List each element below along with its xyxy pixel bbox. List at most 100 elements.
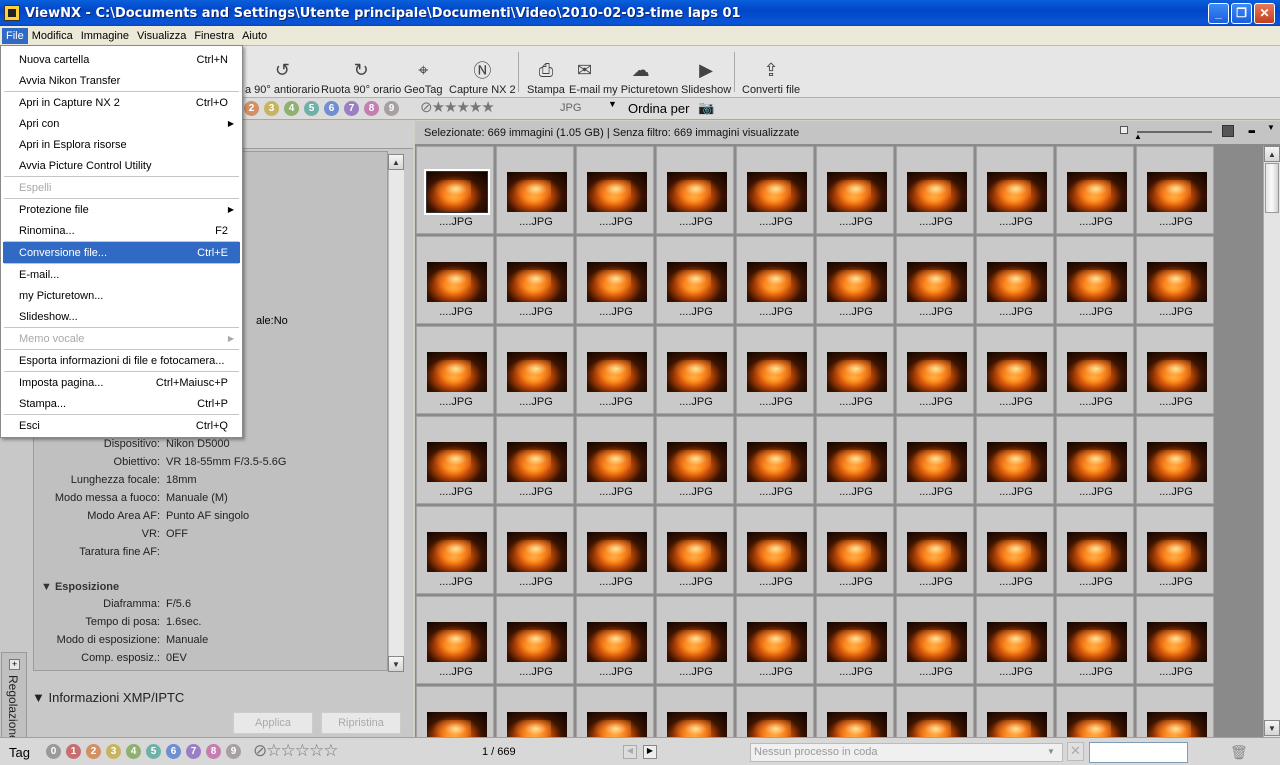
thumbnail-image[interactable] (1147, 442, 1207, 482)
file-menu-item[interactable]: Apri in Esplora risorse (3, 134, 240, 155)
label-filter-2[interactable]: 2 (244, 101, 259, 116)
view-menu-icon[interactable]: ▼ (1267, 123, 1275, 132)
thumbnail-cell[interactable]: ....JPG (1056, 326, 1134, 414)
thumbnail-image[interactable] (427, 712, 487, 737)
thumbnail-image[interactable] (667, 712, 727, 737)
thumbnail-image[interactable] (667, 442, 727, 482)
thumbnail-image[interactable] (827, 442, 887, 482)
print-button[interactable]: ⎙ Stampa (527, 48, 565, 97)
thumbnail-cell[interactable]: ....JPG (416, 686, 494, 737)
thumbnail-cell[interactable]: ....JPG (656, 146, 734, 234)
grid-view-icon[interactable]: ▪▪▪ (1248, 126, 1256, 138)
label-filter-6[interactable]: 6 (324, 101, 339, 116)
rotate-left-button[interactable]: ↺ a 90° antiorario (245, 48, 320, 97)
thumbnail-image[interactable] (1067, 712, 1127, 737)
thumbnail-cell[interactable]: ....JPG (496, 506, 574, 594)
thumbnail-image[interactable] (987, 352, 1047, 392)
thumbnail-cell[interactable]: ....JPG (816, 326, 894, 414)
thumbnail-cell[interactable]: ....JPG (1056, 596, 1134, 684)
thumbnail-cell[interactable]: ....JPG (816, 686, 894, 737)
format-dropdown-icon[interactable]: ▼ (608, 99, 617, 109)
queue-dropdown-icon[interactable]: ▼ (1047, 747, 1055, 756)
thumbnail-image[interactable] (427, 532, 487, 572)
thumbnail-image[interactable] (987, 442, 1047, 482)
thumbnail-cell[interactable]: ....JPG (656, 416, 734, 504)
label-filter-4[interactable]: 4 (284, 101, 299, 116)
thumbnail-cell[interactable]: ....JPG (1056, 416, 1134, 504)
file-menu-item[interactable]: Slideshow... (3, 306, 240, 327)
thumbnail-image[interactable] (667, 622, 727, 662)
label-tag-1[interactable]: 1 (66, 744, 81, 759)
search-input[interactable] (1089, 742, 1188, 763)
thumbnail-image[interactable] (587, 712, 647, 737)
thumbnail-image[interactable] (587, 172, 647, 212)
thumbnail-cell[interactable]: ....JPG (1136, 326, 1214, 414)
thumbnail-cell[interactable]: ....JPG (976, 236, 1054, 324)
thumbnail-cell[interactable]: ....JPG (416, 416, 494, 504)
small-thumb-icon[interactable] (1120, 126, 1128, 134)
label-tag-8[interactable]: 8 (206, 744, 221, 759)
scroll-thumb[interactable] (1265, 163, 1279, 213)
thumbnail-image[interactable] (907, 532, 967, 572)
xmp-iptc-section-header[interactable]: ▼ Informazioni XMP/IPTC (32, 690, 184, 705)
thumbnail-image[interactable] (427, 352, 487, 392)
thumbnail-image[interactable] (827, 622, 887, 662)
thumbnail-cell[interactable]: ....JPG (576, 596, 654, 684)
thumbnail-image[interactable] (587, 262, 647, 302)
file-menu-item[interactable]: Esporta informazioni di file e fotocamer… (3, 350, 240, 371)
thumbnail-image[interactable] (507, 352, 567, 392)
large-thumb-icon[interactable] (1222, 125, 1234, 137)
thumbnail-cell[interactable]: ....JPG (1056, 236, 1134, 324)
thumbnail-image[interactable] (747, 172, 807, 212)
menu-file[interactable]: File (2, 27, 28, 44)
file-menu-item[interactable]: Stampa... Ctrl+P (3, 393, 240, 414)
thumbnail-image[interactable] (1147, 712, 1207, 737)
file-menu-item[interactable]: Avvia Nikon Transfer (3, 70, 240, 91)
thumbnail-image[interactable] (427, 262, 487, 302)
scroll-up-arrow[interactable]: ▲ (1264, 146, 1280, 162)
thumbnail-cell[interactable]: ....JPG (656, 596, 734, 684)
thumbnail-cell[interactable]: ....JPG (976, 416, 1054, 504)
label-tag-2[interactable]: 2 (86, 744, 101, 759)
label-tag-7[interactable]: 7 (186, 744, 201, 759)
label-filter-3[interactable]: 3 (264, 101, 279, 116)
scroll-down-arrow[interactable]: ▼ (388, 656, 404, 672)
thumb-size-slider[interactable] (1137, 131, 1212, 133)
thumbnail-cell[interactable]: ....JPG (1136, 416, 1214, 504)
thumbnail-cell[interactable]: ....JPG (576, 236, 654, 324)
thumbnail-cell[interactable]: ....JPG (736, 596, 814, 684)
thumbnail-cell[interactable]: ....JPG (896, 416, 974, 504)
file-menu-item[interactable]: Protezione file ▶ (3, 199, 240, 220)
label-tag-9[interactable]: 9 (226, 744, 241, 759)
thumbnail-image[interactable] (747, 532, 807, 572)
thumbnail-image[interactable] (427, 442, 487, 482)
thumbnail-image[interactable] (987, 172, 1047, 212)
thumbnail-cell[interactable]: ....JPG (736, 416, 814, 504)
thumbnail-cell[interactable]: ....JPG (656, 686, 734, 737)
thumbnail-scrollbar[interactable]: ▲ ▼ (1263, 146, 1280, 737)
thumbnail-cell[interactable]: ....JPG (576, 506, 654, 594)
thumbnail-image[interactable] (1147, 622, 1207, 662)
thumbnail-cell[interactable]: ....JPG (816, 236, 894, 324)
thumbnail-cell[interactable]: ....JPG (576, 686, 654, 737)
thumbnail-cell[interactable]: ....JPG (976, 506, 1054, 594)
menu-finestra[interactable]: Finestra (190, 28, 238, 44)
thumbnail-image[interactable] (907, 262, 967, 302)
thumbnail-cell[interactable]: ....JPG (816, 596, 894, 684)
rating-tag-stars[interactable]: ⊘☆☆☆☆☆ (253, 741, 338, 761)
thumbnail-cell[interactable]: ....JPG (1136, 686, 1214, 737)
thumbnail-image[interactable] (907, 172, 967, 212)
thumbnail-image[interactable] (827, 262, 887, 302)
thumbnail-image[interactable] (1147, 532, 1207, 572)
reset-button[interactable]: Ripristina (321, 712, 401, 734)
thumbnail-cell[interactable]: ....JPG (576, 326, 654, 414)
thumbnail-cell[interactable]: ....JPG (976, 596, 1054, 684)
thumbnail-image[interactable] (667, 532, 727, 572)
thumbnail-cell[interactable]: ....JPG (896, 326, 974, 414)
label-filter-8[interactable]: 8 (364, 101, 379, 116)
menu-modifica[interactable]: Modifica (28, 28, 77, 44)
file-menu-item[interactable]: Apri in Capture NX 2 Ctrl+O (3, 92, 240, 113)
thumbnail-cell[interactable]: ....JPG (576, 146, 654, 234)
thumbnail-image[interactable] (827, 712, 887, 737)
thumbnail-image[interactable] (1067, 442, 1127, 482)
